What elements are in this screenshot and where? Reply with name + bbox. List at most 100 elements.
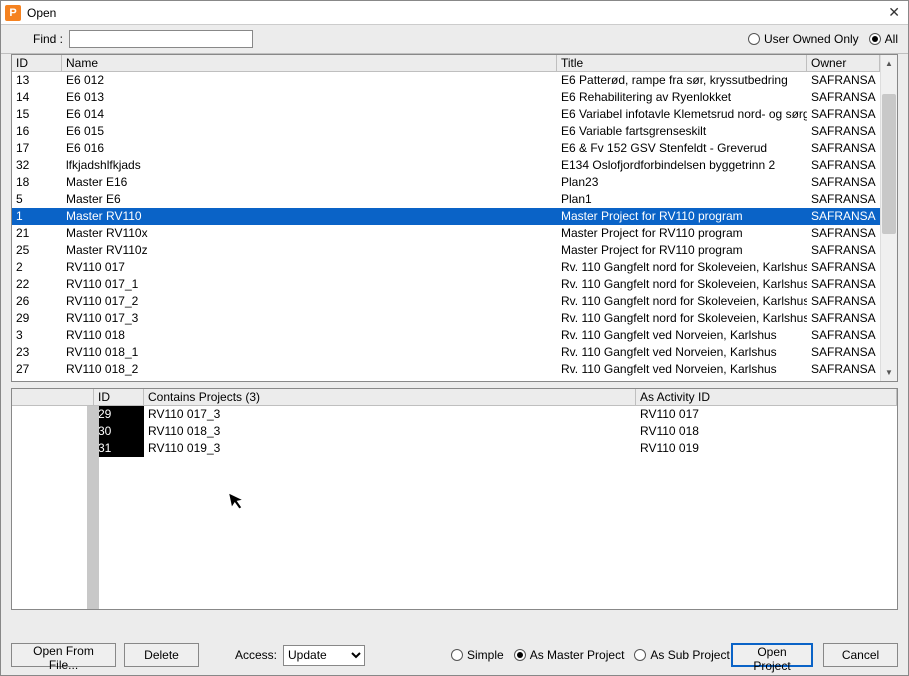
detail-id: 29 <box>94 406 144 423</box>
cell-name: RV110 017_1 <box>62 276 557 293</box>
scroll-thumb[interactable] <box>882 94 896 234</box>
cell-owner: SAFRANSA <box>807 310 880 327</box>
bottom-bar: Open From File... Delete Access: Update … <box>1 635 908 675</box>
cell-name: RV110 017_3 <box>62 310 557 327</box>
cell-name: RV110 018_2 <box>62 361 557 378</box>
cell-id: 22 <box>12 276 62 293</box>
table-row[interactable]: 32lfkjadshlfkjadsE134 Oslofjordforbindel… <box>12 157 880 174</box>
cell-id: 32 <box>12 157 62 174</box>
detail-header-activity[interactable]: As Activity ID <box>636 389 897 405</box>
cell-owner: SAFRANSA <box>807 327 880 344</box>
table-row[interactable]: 2RV110 017Rv. 110 Gangfelt nord for Skol… <box>12 259 880 276</box>
table-row[interactable]: 1Master RV110Master Project for RV110 pr… <box>12 208 880 225</box>
header-title[interactable]: Title <box>557 55 807 71</box>
scroll-track[interactable] <box>881 72 897 364</box>
table-row[interactable]: 17E6 016E6 & Fv 152 GSV Stenfeldt - Grev… <box>12 140 880 157</box>
detail-row[interactable]: 31RV110 019_3RV110 019 <box>12 440 897 457</box>
radio-simple[interactable]: Simple <box>451 648 504 662</box>
delete-button[interactable]: Delete <box>124 643 199 667</box>
cell-owner: SAFRANSA <box>807 123 880 140</box>
header-id[interactable]: ID <box>12 55 62 71</box>
cell-owner: SAFRANSA <box>807 140 880 157</box>
cell-id: 3 <box>12 327 62 344</box>
cell-title: E134 Oslofjordforbindelsen byggetrinn 2 <box>557 157 807 174</box>
scrollbar-vertical[interactable]: ▲ ▼ <box>880 55 897 381</box>
radio-sub[interactable]: As Sub Project <box>634 648 729 662</box>
table-row[interactable]: 16E6 015E6 Variable fartsgrenseskiltSAFR… <box>12 123 880 140</box>
detail-panel: ID Contains Projects (3) As Activity ID … <box>11 388 898 610</box>
cell-name: RV110 017 <box>62 259 557 276</box>
cell-title: E6 Variabel infotavle Klemetsrud nord- o… <box>557 106 807 123</box>
radio-icon <box>514 649 526 661</box>
detail-contains: RV110 018_3 <box>144 423 636 440</box>
cell-id: 14 <box>12 89 62 106</box>
radio-icon <box>869 33 881 45</box>
scroll-up-icon[interactable]: ▲ <box>881 55 897 72</box>
radio-master-label: As Master Project <box>530 648 625 662</box>
detail-id: 30 <box>94 423 144 440</box>
cell-title: E6 Rehabilitering av Ryenlokket <box>557 89 807 106</box>
cell-id: 25 <box>12 242 62 259</box>
cell-name: E6 015 <box>62 123 557 140</box>
access-select[interactable]: Update <box>283 645 365 666</box>
table-row[interactable]: 3RV110 018Rv. 110 Gangfelt ved Norveien,… <box>12 327 880 344</box>
detail-activity: RV110 018 <box>636 423 897 440</box>
detail-header-contains[interactable]: Contains Projects (3) <box>144 389 636 405</box>
cell-title: Rv. 110 Gangfelt nord for Skoleveien, Ka… <box>557 276 807 293</box>
cell-name: Master RV110 <box>62 208 557 225</box>
scroll-down-icon[interactable]: ▼ <box>881 364 897 381</box>
open-from-file-button[interactable]: Open From File... <box>11 643 116 667</box>
table-row[interactable]: 21Master RV110xMaster Project for RV110 … <box>12 225 880 242</box>
table-row[interactable]: 25Master RV110zMaster Project for RV110 … <box>12 242 880 259</box>
detail-row[interactable]: 30RV110 018_3RV110 018 <box>12 423 897 440</box>
cell-id: 26 <box>12 293 62 310</box>
cell-title: Plan1 <box>557 191 807 208</box>
radio-icon <box>634 649 646 661</box>
access-label: Access: <box>235 648 277 662</box>
table-row[interactable]: 29RV110 017_3Rv. 110 Gangfelt nord for S… <box>12 310 880 327</box>
header-name[interactable]: Name <box>62 55 557 71</box>
table-row[interactable]: 27RV110 018_2Rv. 110 Gangfelt ved Norvei… <box>12 361 880 378</box>
open-project-button[interactable]: Open Project <box>731 643 813 667</box>
detail-header: ID Contains Projects (3) As Activity ID <box>12 389 897 406</box>
detail-spacer <box>12 406 94 423</box>
radio-simple-label: Simple <box>467 648 504 662</box>
table-row[interactable]: 5Master E6Plan1SAFRANSA <box>12 191 880 208</box>
cell-owner: SAFRANSA <box>807 293 880 310</box>
cell-name: Master E16 <box>62 174 557 191</box>
header-owner[interactable]: Owner <box>807 55 880 71</box>
cell-owner: SAFRANSA <box>807 72 880 89</box>
radio-master[interactable]: As Master Project <box>514 648 625 662</box>
table-row[interactable]: 14E6 013E6 Rehabilitering av RyenlokketS… <box>12 89 880 106</box>
table-row[interactable]: 18Master E16Plan23SAFRANSA <box>12 174 880 191</box>
find-input[interactable] <box>69 30 253 48</box>
cell-name: RV110 018_1 <box>62 344 557 361</box>
detail-contains: RV110 019_3 <box>144 440 636 457</box>
detail-header-id[interactable]: ID <box>94 389 144 405</box>
cell-title: Rv. 110 Gangfelt nord for Skoleveien, Ka… <box>557 259 807 276</box>
table-row[interactable]: 26RV110 017_2Rv. 110 Gangfelt nord for S… <box>12 293 880 310</box>
detail-header-spacer <box>12 389 94 405</box>
cell-owner: SAFRANSA <box>807 174 880 191</box>
close-icon[interactable]: ✕ <box>886 4 902 21</box>
cancel-button[interactable]: Cancel <box>823 643 898 667</box>
find-label: Find : <box>33 32 63 46</box>
cell-name: Master RV110z <box>62 242 557 259</box>
cell-id: 18 <box>12 174 62 191</box>
radio-user-owned[interactable]: User Owned Only <box>748 32 859 46</box>
radio-user-owned-label: User Owned Only <box>764 32 859 46</box>
table-row[interactable]: 15E6 014E6 Variabel infotavle Klemetsrud… <box>12 106 880 123</box>
table-row[interactable]: 13E6 012E6 Patterød, rampe fra sør, krys… <box>12 72 880 89</box>
cell-owner: SAFRANSA <box>807 225 880 242</box>
cell-id: 5 <box>12 191 62 208</box>
table-row[interactable]: 22RV110 017_1Rv. 110 Gangfelt nord for S… <box>12 276 880 293</box>
toolbar: Find : User Owned Only All <box>1 25 908 54</box>
cell-owner: SAFRANSA <box>807 89 880 106</box>
cell-id: 27 <box>12 361 62 378</box>
radio-sub-label: As Sub Project <box>650 648 729 662</box>
project-grid: ID Name Title Owner 13E6 012E6 Patterød,… <box>11 54 898 382</box>
cell-name: Master E6 <box>62 191 557 208</box>
detail-row[interactable]: 29RV110 017_3RV110 017 <box>12 406 897 423</box>
radio-all[interactable]: All <box>869 32 898 46</box>
table-row[interactable]: 23RV110 018_1Rv. 110 Gangfelt ved Norvei… <box>12 344 880 361</box>
